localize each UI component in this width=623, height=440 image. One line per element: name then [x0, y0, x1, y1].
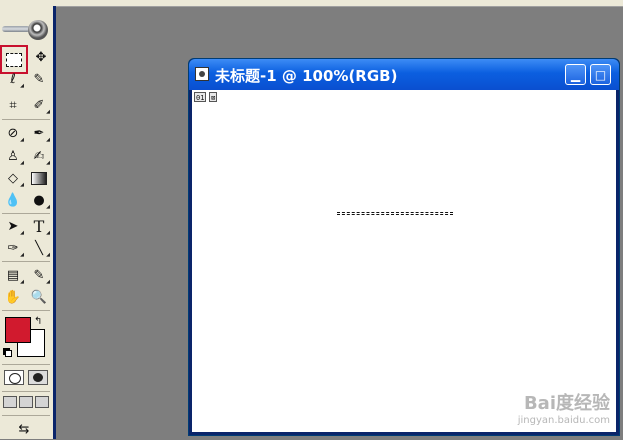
slice-icon[interactable]: ✐ ◢: [28, 95, 50, 116]
slice-icon-badge: ⊠: [209, 92, 218, 102]
eraser-icon[interactable]: ◇ ◢: [2, 168, 24, 189]
quick-mask-icon: [33, 373, 43, 382]
type-tool-glyph: T: [33, 216, 45, 236]
imageready-jump-icon[interactable]: ⇆: [4, 419, 44, 440]
document-window: 未标题-1 @ 100%(RGB) ▁ □ 01 ⊠ Bai度经验 jingya…: [188, 58, 620, 436]
full-screen-mode-button[interactable]: [35, 396, 49, 408]
quick-mask-mode-button[interactable]: [28, 370, 48, 385]
watermark-brand: Bai度经验: [523, 393, 610, 414]
foreground-color-swatch[interactable]: [5, 317, 31, 343]
toolbox-divider: [2, 261, 50, 262]
bandage-icon[interactable]: ⊘ ◢: [2, 123, 24, 144]
drop-icon[interactable]: 💧: [2, 190, 24, 211]
standard-mode-icon: [9, 373, 21, 384]
brush-icon[interactable]: ✒ ◢: [28, 123, 50, 144]
move-icon[interactable]: ✥: [30, 47, 52, 68]
feather-icon: [2, 26, 30, 32]
magnifier-icon[interactable]: 🔍: [28, 287, 50, 308]
type-icon[interactable]: T ◢: [28, 216, 50, 237]
eye-logo-icon: [28, 20, 48, 40]
toolbox-divider: [2, 364, 50, 365]
marquee-icon[interactable]: [6, 53, 22, 67]
marquee-selection[interactable]: [337, 212, 453, 215]
photoshop-document-icon[interactable]: [195, 67, 209, 81]
toolbox-divider: [2, 213, 50, 214]
toolbox-divider: [2, 415, 50, 416]
application-menu-strip: [0, 0, 623, 7]
watermark: Bai度经验 jingyan.baidu.com: [518, 389, 610, 426]
toolbox-divider: [2, 391, 50, 392]
hand-icon[interactable]: ✋: [2, 287, 24, 308]
image-canvas[interactable]: 01 ⊠ Bai度经验 jingyan.baidu.com: [192, 90, 616, 432]
watermark-url: jingyan.baidu.com: [517, 415, 610, 426]
gradient-icon[interactable]: [28, 168, 50, 189]
swap-colors-icon[interactable]: ↰: [34, 316, 42, 327]
standard-mode-button[interactable]: [4, 370, 24, 385]
minimize-icon: ▁: [570, 67, 581, 82]
maximize-button[interactable]: □: [590, 64, 611, 85]
document-title-bar[interactable]: 未标题-1 @ 100%(RGB) ▁ □: [189, 59, 619, 90]
slice-number-badge: 01: [194, 92, 207, 102]
pen-icon[interactable]: ✑ ◢: [2, 238, 24, 259]
arrow-icon[interactable]: ➤ ◢: [2, 216, 24, 237]
stamp-icon[interactable]: ♙ ◢: [2, 146, 24, 167]
toolbox-header[interactable]: [0, 18, 52, 40]
line-icon[interactable]: ╲ ◢: [28, 238, 50, 259]
default-colors-icon[interactable]: [3, 348, 12, 357]
crop-icon[interactable]: ⌗: [2, 95, 24, 116]
notes-icon[interactable]: ▤ ◢: [2, 265, 24, 286]
minimize-button[interactable]: ▁: [565, 64, 586, 85]
toolbox-palette: ✥ ℓ ◢ ✎ ⌗ ✐ ◢ ⊘ ◢ ✒ ◢ ♙ ◢ ✍ ◢ ◇ ◢ 💧 ● ◢ ➤ ◢ T ◢ ✑ ◢…: [0, 6, 56, 439]
history-brush-icon[interactable]: ✍ ◢: [28, 146, 50, 167]
standard-screen-mode-button[interactable]: [3, 396, 17, 408]
lasso-icon[interactable]: ℓ ◢: [2, 69, 24, 90]
eyedropper-icon[interactable]: ✎ ◢: [28, 265, 50, 286]
magic-wand-icon[interactable]: ✎: [28, 69, 50, 90]
full-screen-menu-mode-button[interactable]: [19, 396, 33, 408]
toolbox-divider: [2, 310, 50, 311]
document-title: 未标题-1 @ 100%(RGB): [215, 67, 398, 85]
toolbox-divider: [2, 119, 50, 120]
maximize-icon: □: [594, 67, 607, 82]
dodge-icon[interactable]: ● ◢: [28, 190, 50, 211]
